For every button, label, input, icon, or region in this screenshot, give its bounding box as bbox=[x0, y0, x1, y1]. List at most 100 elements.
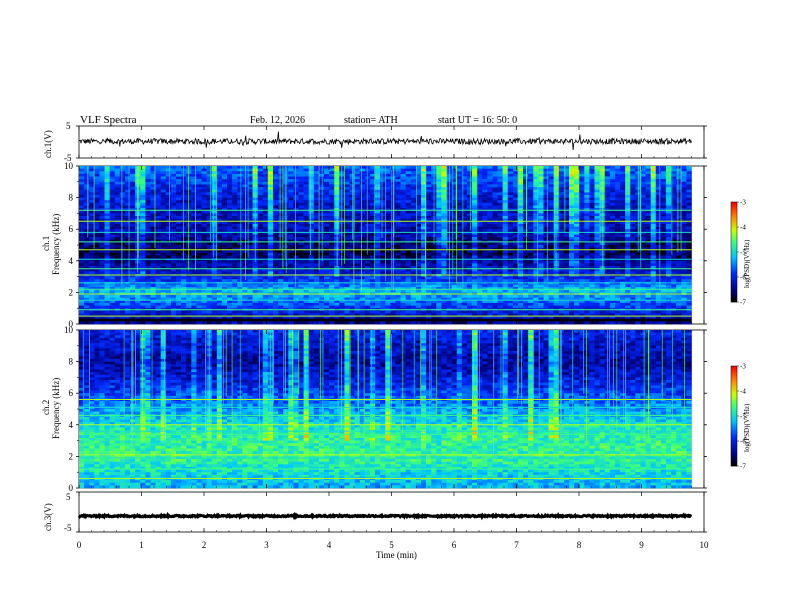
spectrogram-cell bbox=[165, 166, 172, 169]
spectrogram-cell bbox=[227, 179, 233, 183]
spectrogram-cell bbox=[262, 179, 269, 183]
spectrogram-cell bbox=[686, 181, 692, 185]
spectrogram-cell bbox=[533, 168, 539, 172]
spectrogram-cell bbox=[405, 197, 412, 201]
spectrogram-cell bbox=[614, 237, 621, 241]
spectrogram-cell bbox=[375, 171, 381, 175]
spectrogram-cell bbox=[227, 250, 233, 254]
spectrogram-cell bbox=[359, 263, 366, 267]
spectrogram-cell bbox=[165, 200, 172, 204]
spectrogram-cell bbox=[620, 202, 626, 206]
spectrogram-cell bbox=[477, 213, 483, 217]
spectrogram-cell bbox=[344, 171, 350, 175]
spectrogram-cell bbox=[196, 245, 202, 248]
spectrogram-cell bbox=[410, 245, 417, 248]
spectrogram-cell bbox=[155, 197, 161, 201]
spectrogram-cell bbox=[354, 260, 361, 264]
spectrogram-cell bbox=[395, 229, 401, 233]
spectrogram-cell bbox=[660, 192, 667, 196]
spectrogram-cell bbox=[344, 245, 350, 248]
spectrogram-cell bbox=[242, 192, 248, 196]
spectrogram-cell bbox=[482, 181, 488, 185]
spectrogram-cell bbox=[492, 252, 498, 256]
spectrogram-cell bbox=[620, 194, 626, 198]
spectrogram-cell bbox=[569, 242, 575, 246]
spectrogram-cell bbox=[94, 213, 100, 217]
spectrogram-cell bbox=[175, 192, 182, 196]
spectrogram-cell bbox=[507, 271, 514, 275]
spectrogram-cell bbox=[206, 168, 212, 172]
spectrogram-cell bbox=[589, 223, 595, 227]
spectrogram-cell bbox=[594, 242, 600, 246]
spectrogram-cell bbox=[487, 179, 493, 183]
spectrogram-cell bbox=[584, 187, 590, 190]
spectrogram-cell bbox=[196, 192, 202, 196]
spectrogram-cell bbox=[140, 168, 146, 172]
spectrogram-cell bbox=[130, 202, 136, 206]
spectrogram-cell bbox=[594, 260, 600, 264]
spectrogram-cell bbox=[201, 242, 207, 246]
spectrogram-cell bbox=[390, 194, 396, 198]
spectrogram-cell bbox=[344, 263, 350, 267]
spectrogram-cell bbox=[614, 263, 621, 267]
spectrogram-cell bbox=[482, 271, 488, 275]
spectrogram-cell bbox=[625, 252, 631, 256]
spectrogram-cell bbox=[160, 200, 167, 204]
spectrogram-cell bbox=[99, 255, 105, 259]
spectrogram-cell bbox=[487, 176, 493, 180]
spectrogram-cell bbox=[650, 245, 657, 248]
spectrogram-cell bbox=[538, 197, 544, 201]
spectrogram-cell bbox=[426, 223, 432, 227]
spectrogram-cell bbox=[650, 176, 657, 180]
spectrogram-cell bbox=[216, 260, 223, 264]
spectrogram-cell bbox=[492, 168, 498, 172]
spectrogram-cell bbox=[104, 168, 110, 172]
spectrogram-cell bbox=[140, 250, 146, 254]
spectrogram-cell bbox=[487, 168, 493, 172]
spectrogram-cell bbox=[436, 226, 442, 230]
spectrogram-cell bbox=[625, 223, 631, 227]
spectrogram-cell bbox=[650, 192, 657, 196]
spectrogram-cell bbox=[94, 237, 100, 241]
spectrogram-cell bbox=[492, 166, 498, 169]
spectrogram-cell bbox=[114, 210, 121, 214]
spectrogram-cell bbox=[650, 252, 657, 256]
spectrogram-cell bbox=[451, 255, 457, 259]
spectrogram-cell bbox=[645, 234, 651, 238]
spectrogram-cell bbox=[426, 181, 432, 185]
spectrogram-cell bbox=[686, 255, 692, 259]
spectrogram-cell bbox=[487, 242, 493, 246]
spectrogram-cell bbox=[175, 181, 182, 185]
spectrogram-cell bbox=[517, 200, 524, 204]
spectrogram-cell bbox=[155, 234, 161, 238]
spectrogram-cell bbox=[665, 271, 672, 275]
spectrogram-cell bbox=[262, 181, 269, 185]
spectrogram-cell bbox=[160, 189, 167, 193]
spectrogram-cell bbox=[620, 271, 626, 275]
spectrogram-cell bbox=[145, 192, 151, 196]
spectrogram-cell bbox=[227, 200, 233, 204]
spectrogram-cell bbox=[625, 237, 631, 241]
spectrogram-cell bbox=[640, 216, 646, 219]
spectrogram-cell bbox=[324, 271, 330, 275]
spectrogram-cell bbox=[155, 237, 161, 241]
spectrogram-cell bbox=[558, 271, 565, 275]
spectrogram-cell bbox=[589, 263, 595, 267]
spectrogram-cell bbox=[436, 216, 442, 219]
spectrogram-cell bbox=[512, 205, 519, 209]
spectrogram-cell bbox=[206, 271, 212, 275]
spectrogram-cell bbox=[94, 194, 100, 198]
spectrogram-cell bbox=[303, 189, 309, 193]
spectrogram-cell bbox=[104, 184, 110, 188]
spectrogram-cell bbox=[456, 260, 463, 264]
spectrogram-cell bbox=[507, 192, 514, 196]
spectrogram-cell bbox=[119, 237, 126, 241]
spectrogram-cell bbox=[181, 271, 187, 275]
spectrogram-cell bbox=[196, 189, 202, 193]
spectrogram-cell bbox=[487, 260, 493, 264]
spectrogram-cell bbox=[472, 166, 478, 169]
spectrogram-cell bbox=[79, 250, 85, 254]
spectrogram-cell bbox=[206, 176, 212, 180]
spectrogram-cell bbox=[191, 237, 197, 241]
spectrogram-cell bbox=[497, 171, 503, 175]
